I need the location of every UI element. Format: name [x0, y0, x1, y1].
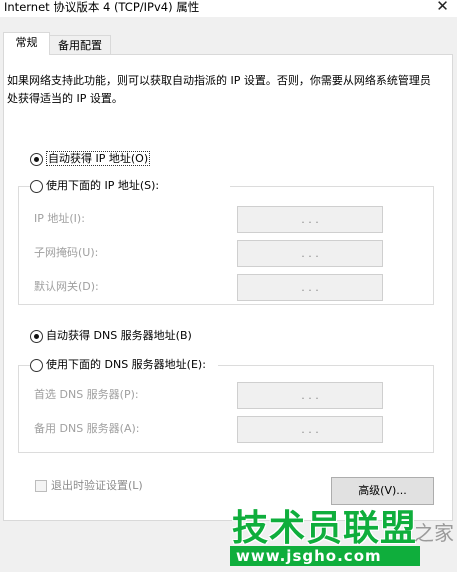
watermark-side-text: 之家: [414, 521, 454, 545]
auto-dns-label: 自动获得 DNS 服务器地址(B): [46, 329, 192, 342]
close-icon: ✕: [436, 0, 449, 15]
preferred-dns-value: . . .: [301, 389, 319, 402]
alternate-dns-value: . . .: [301, 423, 319, 436]
manual-ip-radio[interactable]: 使用下面的 IP 地址(S):: [30, 178, 159, 194]
auto-dns-radio[interactable]: 自动获得 DNS 服务器地址(B): [30, 328, 192, 344]
preferred-dns-label: 首选 DNS 服务器(P):: [34, 388, 139, 401]
default-gateway-value: . . .: [301, 281, 319, 294]
ip-address-label: IP 地址(I):: [34, 212, 85, 225]
validate-on-exit-checkbox[interactable]: 退出时验证设置(L): [35, 478, 143, 494]
validate-on-exit-label: 退出时验证设置(L): [51, 479, 143, 492]
window-title: Internet 协议版本 4 (TCP/IPv4) 属性: [4, 0, 200, 14]
watermark-title: 技术员联盟: [232, 508, 418, 549]
tab-general[interactable]: 常规: [3, 32, 50, 55]
alternate-dns-input[interactable]: . . .: [237, 416, 383, 443]
ip-address-input[interactable]: . . .: [237, 206, 383, 233]
ip-group-line-left: [18, 186, 30, 187]
ip-group-line-right: [230, 186, 434, 187]
close-button[interactable]: ✕: [428, 0, 457, 17]
tab-alternate-configuration[interactable]: 备用配置: [50, 35, 111, 55]
watermark-url: www.jsgho.com: [236, 547, 382, 565]
manual-dns-radio[interactable]: 使用下面的 DNS 服务器地址(E):: [30, 357, 206, 373]
auto-ip-label: 自动获得 IP 地址(O): [46, 151, 151, 166]
preferred-dns-input[interactable]: . . .: [237, 382, 383, 409]
default-gateway-label: 默认网关(D):: [34, 280, 99, 293]
dns-group-line-left: [18, 365, 30, 366]
manual-ip-label: 使用下面的 IP 地址(S):: [46, 179, 160, 192]
radio-selected-icon: [30, 329, 43, 343]
alternate-dns-label: 备用 DNS 服务器(A):: [34, 422, 140, 435]
dns-group-line-right: [218, 365, 434, 366]
radio-unselected-icon: [30, 179, 43, 193]
ip-address-value: . . .: [301, 213, 319, 226]
auto-ip-radio[interactable]: 自动获得 IP 地址(O): [30, 151, 151, 167]
intro-text: 如果网络支持此功能，则可以获取自动指派的 IP 设置。否则，你需要从网络系统管理…: [7, 74, 431, 105]
subnet-mask-value: . . .: [301, 247, 319, 260]
radio-unselected-icon: [30, 358, 43, 372]
watermark: 技术员联盟 之家 www.jsgho.com: [226, 495, 457, 572]
radio-selected-icon: [30, 152, 43, 166]
checkbox-unchecked-icon: [35, 480, 47, 492]
subnet-mask-label: 子网掩码(U):: [34, 246, 99, 259]
default-gateway-input[interactable]: . . .: [237, 274, 383, 301]
manual-dns-label: 使用下面的 DNS 服务器地址(E):: [46, 358, 206, 371]
subnet-mask-input[interactable]: . . .: [237, 240, 383, 267]
